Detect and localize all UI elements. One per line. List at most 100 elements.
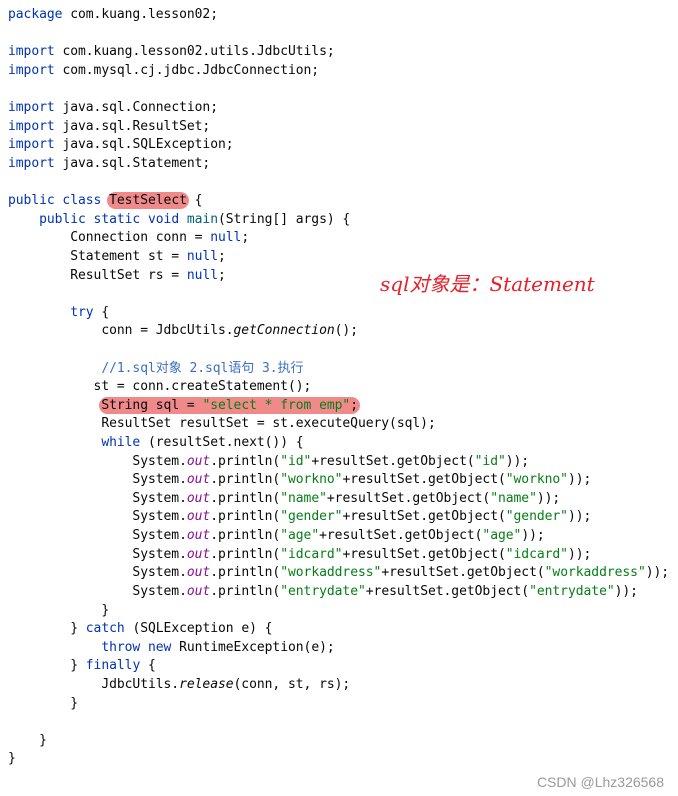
code-token: com.kuang.lesson02;	[62, 7, 218, 22]
code-token: }	[8, 602, 110, 618]
code-token: "idcard"	[505, 546, 568, 562]
code-token: {	[140, 658, 156, 674]
code-token: ));	[567, 509, 592, 525]
code-token: conn = JdbcUtils.	[8, 323, 234, 339]
code-line: }	[8, 695, 669, 714]
code-token: (String[] args) {	[217, 211, 351, 227]
code-token: catch	[85, 621, 125, 637]
code-token: public class	[8, 193, 110, 209]
code-token: out	[186, 490, 211, 506]
code-line: import com.mysql.cj.jdbc.JdbcConnection;	[8, 62, 669, 81]
code-token: ));	[521, 528, 545, 544]
code-token: +resultSet.getObject(	[326, 490, 491, 506]
code-token: "name"	[490, 490, 537, 506]
code-token: {	[186, 193, 203, 209]
code-token: out	[186, 583, 211, 599]
code-token: ();	[334, 323, 358, 339]
code-token: public static void	[39, 211, 187, 227]
code-token: {	[93, 304, 110, 320]
code-line: import com.kuang.lesson02.utils.JdbcUtil…	[8, 43, 669, 62]
code-token: (SQLException e) {	[124, 621, 273, 637]
code-token: "workaddress"	[280, 565, 382, 581]
code-token: +resultSet.getObject(	[342, 546, 506, 562]
code-token: .println(	[210, 509, 281, 525]
code-token: try	[70, 304, 94, 320]
code-token: TestSelect	[107, 192, 189, 210]
code-line: st = conn.createStatement();	[8, 378, 669, 397]
code-line: System.out.println("workno"+resultSet.ge…	[8, 471, 669, 490]
code-token: java.sql.ResultSet;	[54, 118, 211, 134]
code-token: import	[8, 137, 55, 153]
code-token: ));	[505, 453, 530, 469]
code-token: .println(	[210, 490, 281, 506]
code-token: out	[186, 472, 211, 488]
code-token: ;	[350, 397, 358, 413]
code-token: +resultSet.getObject(	[365, 583, 530, 599]
code-token: finally	[85, 658, 141, 674]
code-token: System.	[8, 453, 187, 469]
code-token: System.	[8, 509, 187, 525]
code-token: com.mysql.cj.jdbc.JdbcConnection;	[54, 62, 320, 78]
code-token: com.kuang.lesson02.utils.JdbcUtils;	[54, 44, 335, 60]
code-token: +resultSet.getObject(	[319, 528, 483, 544]
code-line: System.out.println("name"+resultSet.getO…	[8, 490, 669, 509]
code-token: null	[186, 248, 218, 264]
code-line: public static void main(String[] args) {	[8, 211, 669, 230]
code-token: out	[186, 453, 211, 469]
code-line: import java.sql.ResultSet;	[8, 118, 669, 137]
code-token: getConnection	[233, 323, 335, 339]
code-token: package	[8, 7, 63, 22]
code-line: String sql = "select * from emp";	[8, 396, 669, 416]
code-token: import	[8, 62, 55, 78]
code-token: System.	[8, 565, 187, 581]
code-line: //1.sql对象 2.sql语句 3.执行	[8, 360, 669, 379]
code-token: .println(	[210, 453, 281, 469]
code-token: ));	[614, 583, 638, 599]
highlighted-code: String sql = "select * from emp";	[99, 396, 360, 414]
code-token: "entrydate"	[280, 583, 366, 599]
code-token: ;	[217, 267, 226, 283]
code-line: throw new RuntimeException(e);	[8, 639, 669, 658]
code-token: .println(	[210, 565, 281, 581]
code-line: }	[8, 602, 669, 621]
code-token: System.	[8, 528, 187, 544]
code-token: out	[186, 565, 211, 581]
code-token: System.	[8, 546, 187, 562]
code-token: "name"	[280, 490, 327, 506]
code-token: null	[186, 267, 218, 283]
code-token: "entrydate"	[529, 583, 615, 599]
code-token: ;	[241, 230, 250, 246]
code-token: .println(	[210, 546, 281, 562]
code-token: "workaddress"	[544, 565, 646, 581]
code-token: }	[8, 621, 86, 637]
code-line: System.out.println("id"+resultSet.getObj…	[8, 453, 669, 472]
code-token: JdbcUtils.	[8, 676, 180, 692]
code-token: (conn, st, rs);	[233, 676, 351, 692]
code-line: System.out.println("age"+resultSet.getOb…	[8, 527, 669, 546]
code-line: JdbcUtils.release(conn, st, rs);	[8, 676, 669, 695]
code-token: null	[210, 230, 242, 246]
code-token: release	[179, 676, 234, 692]
code-token: }	[8, 658, 86, 674]
code-token: +resultSet.getObject(	[311, 453, 475, 469]
code-token: import	[8, 44, 55, 60]
code-line: import java.sql.Statement;	[8, 155, 669, 174]
code-token: .println(	[210, 472, 281, 488]
code-token: ResultSet resultSet = st.executeQuery(sq…	[8, 416, 436, 432]
code-token: "age"	[482, 528, 522, 544]
code-token: import	[8, 118, 55, 134]
code-token: RuntimeException(e);	[179, 639, 335, 655]
code-token: out	[186, 509, 211, 525]
code-token: java.sql.Connection;	[54, 100, 218, 116]
code-token: "gender"	[280, 509, 343, 525]
code-token: +resultSet.getObject(	[342, 472, 506, 488]
code-line: import java.sql.Connection;	[8, 99, 669, 118]
code-line: System.out.println("entrydate"+resultSet…	[8, 583, 669, 602]
code-token: out	[186, 528, 211, 544]
code-token: import	[8, 155, 55, 171]
